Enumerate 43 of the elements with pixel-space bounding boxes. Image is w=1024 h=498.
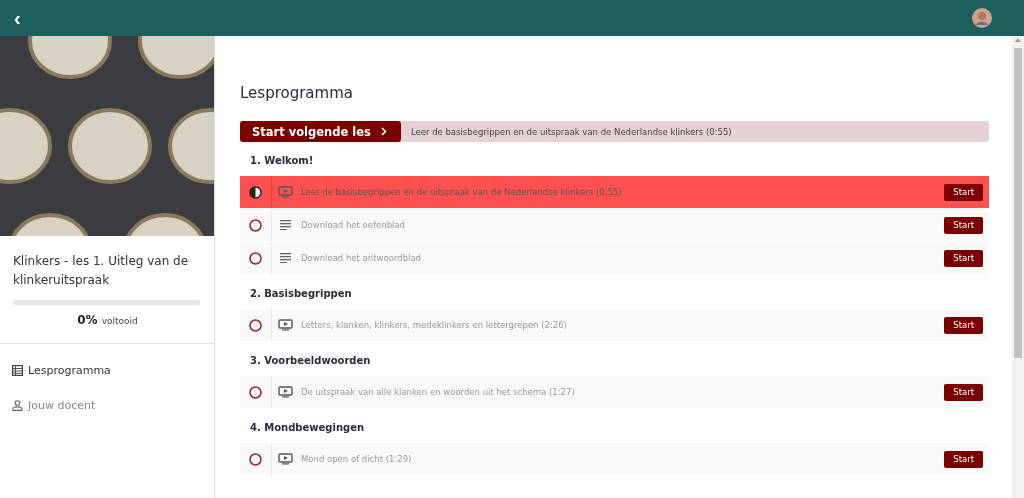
scroll-up-icon <box>1015 38 1021 42</box>
start-next-button[interactable]: Start volgende les <box>240 121 401 142</box>
lesson-row[interactable]: Letters, klanken, klinkers, medeklinkers en lettergrepen (2:26) Start <box>240 309 989 341</box>
progress-label: voltooid <box>101 316 138 326</box>
start-button[interactable]: Start <box>944 183 983 201</box>
video-icon <box>278 186 293 198</box>
lesson-row[interactable]: Leer de basisbegrippen en de uitspraak van de Nederlandse klinkers (0:55) Start <box>240 176 989 208</box>
lesson-title: Mond open of dicht (1:29) <box>301 454 413 464</box>
course-title: Klinkers - les 1. Uitleg van de klinkeruitspraak <box>13 253 190 289</box>
video-icon <box>278 453 293 465</box>
lesson-title: Leer de basisbegrippen en de uitspraak van de Nederlandse klinkers (0:55) <box>301 187 623 197</box>
back-button[interactable]: ‹ <box>10 8 25 28</box>
table-icon <box>12 365 23 376</box>
start-button[interactable]: Start <box>944 249 983 267</box>
page-title: Lesprogramma <box>240 84 354 102</box>
chevron-icon <box>380 127 387 136</box>
start-button[interactable]: Start <box>944 216 983 234</box>
next-lesson-text: Leer de basisbegrippen en de uitspraak van de Nederlandse klinkers (0:55) <box>410 126 732 137</box>
lesson-title: De uitspraak van alle klanken en woorden uit het schema (1:27) <box>301 387 576 397</box>
progress-percent: 0% <box>77 313 98 327</box>
start-button[interactable]: Start <box>944 316 983 334</box>
lesson-title: Download het oefenblad <box>301 220 406 230</box>
section-title: 4. Mondbewegingen <box>249 421 366 435</box>
section-title: 1. Welkom! <box>249 154 315 168</box>
sidebar-item[interactable]: Jouw docent <box>12 399 202 412</box>
section-title: 3. Voorbeeldwoorden <box>249 354 372 368</box>
lesson-title: Letters, klanken, klinkers, medeklinkers en lettergrepen (2:26) <box>301 320 568 330</box>
lesson-row[interactable]: Download het oefenblad Start <box>240 209 989 241</box>
start-button[interactable]: Start <box>944 383 983 401</box>
video-icon <box>278 386 293 398</box>
person-icon <box>12 400 23 411</box>
scrollbar-thumb[interactable] <box>1014 48 1022 358</box>
text-lines-icon <box>278 220 293 230</box>
lesson-row[interactable]: Download het antwoordblad Start <box>240 242 989 274</box>
start-button[interactable]: Start <box>944 450 983 468</box>
avatar[interactable] <box>972 8 992 28</box>
text-lines-icon <box>278 253 293 263</box>
video-icon <box>278 319 293 331</box>
section-title: 2. Basisbegrippen <box>249 287 353 301</box>
lesson-row[interactable]: Mond open of dicht (1:29) Start <box>240 443 989 475</box>
lesson-title: Download het antwoordblad <box>301 253 422 263</box>
sidebar-item[interactable]: Lesprogramma <box>12 364 202 377</box>
lesson-row[interactable]: De uitspraak van alle klanken en woorden uit het schema (1:27) Start <box>240 376 989 408</box>
